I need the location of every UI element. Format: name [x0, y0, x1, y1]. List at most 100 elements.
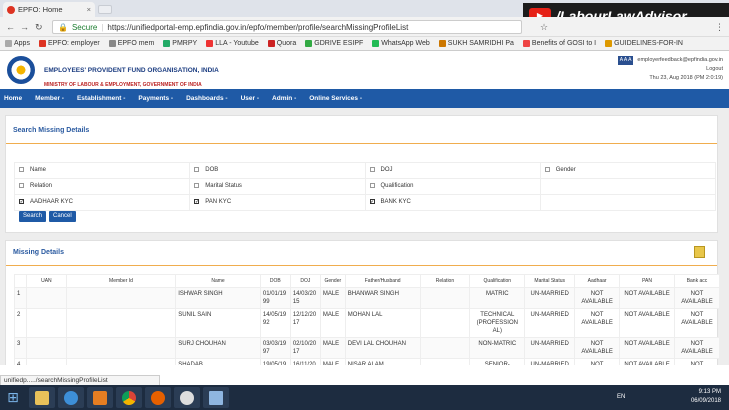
- bookmark-icon: [522, 40, 530, 47]
- bookmark-item[interactable]: EPFO: employer: [38, 40, 100, 47]
- forward-icon[interactable]: →: [20, 22, 29, 32]
- nav-item[interactable]: Establishment -: [77, 95, 125, 102]
- chrome-icon[interactable]: [116, 387, 142, 408]
- column-header[interactable]: Father/Husband: [344, 274, 421, 288]
- criteria-checkbox[interactable]: [19, 167, 24, 173]
- bookmark-item[interactable]: PMRPY: [163, 40, 197, 47]
- feedback-email[interactable]: employerfeedback@epfindia.gov.in: [637, 57, 723, 63]
- bookmark-icon: [5, 40, 12, 47]
- file-explorer-icon[interactable]: [29, 387, 55, 408]
- browser-toolbar: ← → ↻ 🔒 Secure | https://unifiedportal-e…: [0, 17, 729, 37]
- criteria-checkbox[interactable]: [544, 167, 550, 173]
- table-cell: SUNIL SAIN: [175, 308, 261, 338]
- bookmark-item[interactable]: WhatsApp Web: [372, 40, 430, 47]
- header-right: A A Aemployerfeedback@epfindia.gov.in Lo…: [617, 56, 723, 83]
- criteria-checkbox[interactable]: [369, 183, 375, 189]
- criteria-checkbox[interactable]: ✔: [19, 199, 24, 205]
- lock-app-icon[interactable]: [174, 387, 200, 408]
- nav-item[interactable]: Dashboards -: [186, 95, 228, 102]
- criteria-checkbox[interactable]: [194, 183, 200, 189]
- criteria-label: BANK KYC: [380, 199, 411, 206]
- column-header[interactable]: Member Id: [65, 274, 177, 288]
- table-cell: [419, 358, 471, 365]
- column-header[interactable]: Gender: [319, 274, 346, 288]
- column-header[interactable]: Aadhaar: [574, 274, 621, 288]
- criteria-cell: DOJ: [364, 162, 541, 179]
- internet-explorer-icon[interactable]: [58, 387, 84, 408]
- table-cell: NOT AVAILABLE: [574, 287, 621, 309]
- bookmark-item[interactable]: Benefits of GOSI to I: [522, 40, 597, 47]
- bookmark-label: LLA - Youtube: [215, 40, 259, 47]
- criteria-checkbox[interactable]: ✔: [369, 199, 375, 205]
- bookmark-item[interactable]: GDRIVE ESIPF: [305, 40, 363, 47]
- table-cell: NOT AVAILABLE: [619, 308, 675, 338]
- column-header[interactable]: UAN: [25, 274, 67, 288]
- new-tab-button[interactable]: [98, 5, 112, 14]
- browser-tab[interactable]: EPFO: Home ×: [3, 2, 95, 17]
- bookmark-item[interactable]: Apps: [5, 40, 30, 47]
- bookmark-icon: [108, 40, 116, 47]
- bookmark-item[interactable]: Quora: [267, 40, 296, 47]
- table-cell: [65, 308, 177, 338]
- missing-title: Missing Details: [13, 249, 64, 256]
- cancel-button[interactable]: Cancel: [49, 211, 76, 222]
- nav-item[interactable]: Online Services -: [309, 95, 362, 102]
- clock-date: 06/09/2018: [690, 398, 721, 404]
- search-button[interactable]: Search: [19, 211, 47, 222]
- address-bar[interactable]: 🔒 Secure | https://unifiedportal-emp.epf…: [52, 20, 522, 34]
- column-header[interactable]: Relation: [419, 274, 471, 288]
- site-header: EMPLOYEES' PROVIDENT FUND ORGANISATION, …: [0, 51, 729, 89]
- font-size-controls[interactable]: A A A: [617, 56, 634, 65]
- criteria-checkbox[interactable]: [19, 183, 24, 189]
- criteria-cell: Gender: [539, 162, 717, 179]
- nav-item[interactable]: Home: [4, 95, 22, 102]
- bookmark-label: WhatsApp Web: [381, 40, 430, 47]
- menu-icon[interactable]: ⋮: [715, 22, 724, 33]
- criteria-cell: ✔ PAN KYC: [189, 194, 366, 211]
- bookmark-item[interactable]: SUKH SAMRIDHI Pa: [438, 40, 514, 47]
- criteria-label: PAN KYC: [205, 199, 232, 206]
- column-header[interactable]: Bank acc: [673, 274, 721, 288]
- nav-item[interactable]: Member -: [35, 95, 64, 102]
- clock[interactable]: 9:13 PM 06/09/2018: [691, 388, 721, 406]
- column-header[interactable]: DOJ: [289, 274, 321, 288]
- criteria-checkbox[interactable]: [194, 167, 200, 173]
- separator: |: [101, 22, 104, 32]
- main-nav: Home Member - Establishment - Payments - Das…: [0, 89, 729, 108]
- star-icon[interactable]: ☆: [540, 22, 548, 33]
- nav-item[interactable]: User -: [241, 95, 259, 102]
- nav-item[interactable]: Admin -: [272, 95, 296, 102]
- bookmark-item[interactable]: LLA - Youtube: [206, 40, 259, 47]
- table-cell: 03/03/19 97: [259, 337, 291, 359]
- close-tab-icon[interactable]: ×: [87, 5, 91, 14]
- column-header[interactable]: [14, 274, 27, 288]
- column-header[interactable]: Name: [175, 274, 261, 288]
- export-excel-icon[interactable]: [694, 246, 705, 258]
- firefox-icon[interactable]: [145, 387, 171, 408]
- table-row: 4 SHADAB19/05/19 9916/11/20 17MALENISAR A…: [14, 358, 721, 365]
- table-cell: NOT AVAILABLE: [673, 358, 721, 365]
- column-header[interactable]: Marital Status: [524, 274, 576, 288]
- tab-title: EPFO: Home: [18, 5, 63, 14]
- logout-link[interactable]: Logout: [618, 65, 723, 74]
- nav-item[interactable]: Payments -: [138, 95, 173, 102]
- media-player-icon[interactable]: [87, 387, 113, 408]
- criteria-checkbox[interactable]: ✔: [194, 199, 200, 205]
- table-row: 1 ISHWAR SINGH 01/01/19 99 14/03/20 15 MALE B…: [14, 287, 721, 309]
- bookmark-item[interactable]: GUIDELINES-FOR-IN: [605, 40, 683, 47]
- column-header[interactable]: PAN: [619, 274, 675, 288]
- table-cell: NOT AVAILABLE: [619, 358, 675, 365]
- bookmark-item[interactable]: EPFO mem: [108, 40, 154, 47]
- back-icon[interactable]: ←: [6, 22, 15, 32]
- language-indicator[interactable]: EN: [617, 394, 625, 400]
- windows-start-icon[interactable]: ⊞: [0, 385, 26, 410]
- table-cell: SURJ CHOUHAN: [175, 337, 261, 359]
- reload-icon[interactable]: ↻: [35, 22, 43, 33]
- column-header[interactable]: DOB: [259, 274, 291, 288]
- table-row: 3 SURJ CHOUHAN 03/03/19 97 02/10/20 17 MALE D…: [14, 337, 721, 359]
- column-header[interactable]: Qualification: [469, 274, 526, 288]
- criteria-cell: Qualification: [364, 178, 541, 195]
- criteria-checkbox[interactable]: [369, 167, 375, 173]
- notepad-icon[interactable]: [203, 387, 229, 408]
- bookmark-label: Benefits of GOSI to I: [531, 40, 597, 47]
